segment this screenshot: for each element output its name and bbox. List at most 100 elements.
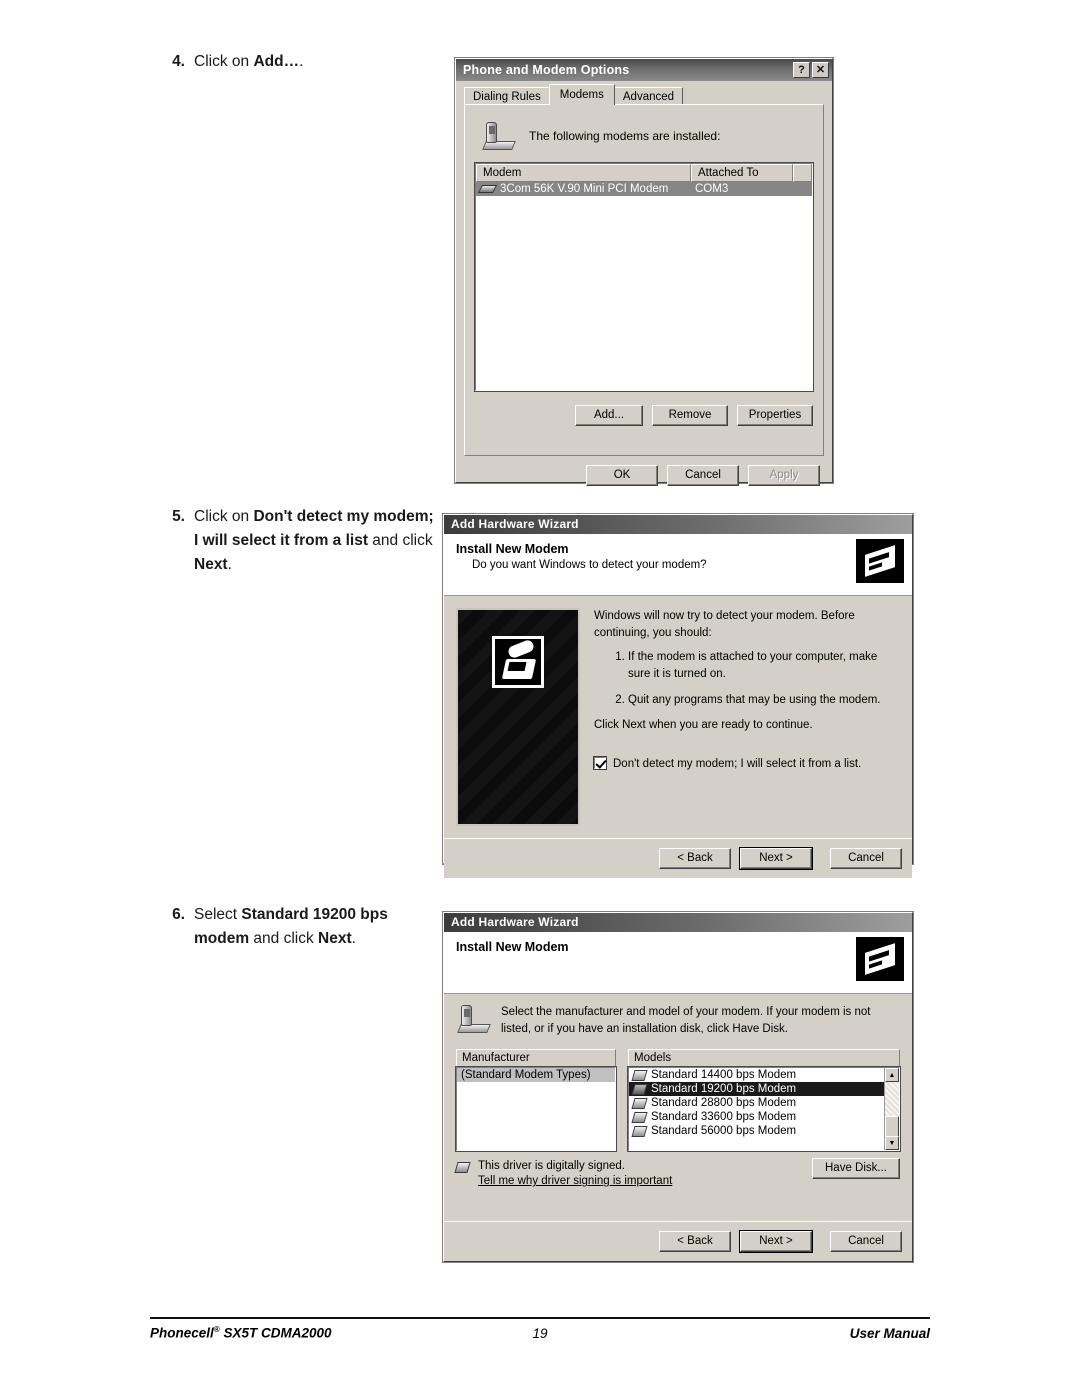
table-row[interactable]: 3Com 56K V.90 Mini PCI Modem COM3 — [476, 182, 812, 196]
tab-advanced[interactable]: Advanced — [613, 87, 684, 105]
close-icon[interactable]: ✕ — [812, 62, 829, 78]
step-4-number: 4. — [172, 53, 185, 70]
step-6-emphasis-2: Next — [318, 930, 352, 948]
list-item[interactable]: Standard 56000 bps Modem — [629, 1124, 899, 1138]
model-label: Standard 33600 bps Modem — [651, 1111, 797, 1124]
models-listbox[interactable]: Standard 14400 bps Modem Standard 19200 … — [627, 1066, 901, 1153]
list-item[interactable]: Standard 14400 bps Modem — [629, 1068, 899, 1082]
step-4-text: Click on Add…. — [194, 50, 437, 74]
footer-divider — [150, 1317, 930, 1319]
dialog3-note-row: Select the manufacturer and model of you… — [444, 994, 912, 1049]
cancel-button[interactable]: Cancel — [667, 465, 739, 486]
dont-detect-checkbox[interactable] — [593, 756, 607, 771]
ok-button[interactable]: OK — [586, 465, 658, 486]
back-button[interactable]: < Back — [659, 1231, 731, 1252]
driver-icon — [631, 1083, 648, 1095]
telephone-icon — [492, 636, 544, 688]
hardware-wizard-icon — [856, 937, 904, 981]
driver-icon — [631, 1097, 648, 1109]
step-6-mid: and click — [249, 930, 319, 948]
tab-dialing-rules[interactable]: Dialing Rules — [464, 87, 550, 105]
step-5-emphasis-2: Next — [194, 556, 228, 574]
modems-caption-row: The following modems are installed: — [481, 121, 813, 151]
hardware-wizard-icon — [856, 539, 904, 583]
scroll-up-icon[interactable]: ▲ — [885, 1068, 899, 1083]
step-4-emphasis: Add… — [253, 53, 300, 70]
dont-detect-checkbox-row[interactable]: Don't detect my modem; I will select it … — [593, 756, 900, 773]
have-disk-button[interactable]: Have Disk... — [812, 1158, 900, 1180]
dialog1-titlebar[interactable]: Phone and Modem Options ? ✕ — [456, 59, 832, 81]
models-label: Models — [628, 1049, 900, 1068]
dialog2-closing: Click Next when you are ready to continu… — [594, 719, 813, 732]
models-scrollbar[interactable]: ▲ ▼ — [884, 1068, 899, 1151]
driver-icon — [631, 1069, 648, 1081]
next-button[interactable]: Next > — [740, 848, 812, 869]
next-button[interactable]: Next > — [740, 1231, 812, 1252]
dialog3-heading: Install New Modem — [456, 940, 569, 954]
manufacturer-label: Manufacturer — [456, 1049, 616, 1068]
row-modem-name: 3Com 56K V.90 Mini PCI Modem — [500, 183, 669, 195]
model-label: Standard 56000 bps Modem — [651, 1125, 797, 1138]
dont-detect-checkbox-label[interactable]: Don't detect my modem; I will select it … — [613, 756, 861, 773]
list-item[interactable]: Standard 19200 bps Modem — [629, 1082, 899, 1097]
step-5-lead: Click on — [194, 508, 254, 525]
step-5: 5. Click on Don't detect my modem; I wil… — [160, 505, 437, 577]
step-6-number: 6. — [172, 906, 185, 923]
modems-tab-pane: The following modems are installed: Mode… — [464, 104, 824, 456]
page-footer: Phonecell® SX5T CDMA2000 19 User Manual — [150, 1325, 930, 1341]
dialog1-title: Phone and Modem Options — [463, 63, 630, 77]
footer-model: SX5T CDMA2000 — [219, 1325, 332, 1341]
add-button[interactable]: Add... — [575, 405, 643, 426]
driver-signing-link[interactable]: Tell me why driver signing is important — [478, 1175, 803, 1187]
page-number: 19 — [532, 1325, 548, 1341]
help-icon[interactable]: ? — [793, 62, 810, 78]
add-hardware-wizard-select-model-dialog[interactable]: Add Hardware Wizard Install New Modem Se… — [443, 912, 913, 1262]
step-5-text: Click on Don't detect my modem; I will s… — [194, 505, 437, 577]
add-hardware-wizard-detect-dialog[interactable]: Add Hardware Wizard Install New Modem Do… — [443, 514, 913, 878]
phone-and-modem-options-dialog[interactable]: Phone and Modem Options ? ✕ Dialing Rule… — [455, 58, 833, 486]
cancel-button[interactable]: Cancel — [830, 1231, 902, 1252]
scroll-down-icon[interactable]: ▼ — [885, 1136, 899, 1151]
properties-button[interactable]: Properties — [737, 405, 813, 426]
cancel-button[interactable]: Cancel — [830, 848, 902, 869]
step-5-number: 5. — [172, 508, 185, 525]
dialog2-title: Add Hardware Wizard — [444, 515, 912, 534]
tab-modems[interactable]: Modems — [548, 84, 615, 105]
column-header-attached-to[interactable]: Attached To — [691, 164, 793, 182]
dialog1-tabstrip[interactable]: Dialing Rules Modems Advanced — [456, 81, 832, 105]
model-label: Standard 14400 bps Modem — [651, 1069, 797, 1082]
dialog2-intro: Windows will now try to detect your mode… — [594, 610, 855, 639]
modem-card-icon — [477, 185, 498, 193]
manufacturer-panel: Manufacturer (Standard Modem Types) — [455, 1049, 617, 1153]
modems-caption: The following modems are installed: — [529, 129, 721, 143]
dialog2-body: Windows will now try to detect your mode… — [444, 596, 912, 838]
model-label: Standard 19200 bps Modem — [651, 1083, 797, 1096]
list-item[interactable]: Standard 33600 bps Modem — [629, 1110, 899, 1124]
dialog2-step-2: Quit any programs that may be using the … — [628, 692, 900, 709]
remove-button[interactable]: Remove — [652, 405, 728, 426]
dialog2-heading: Install New Modem — [456, 542, 569, 556]
footer-product: Phonecell® SX5T CDMA2000 — [150, 1325, 510, 1341]
dialog2-steps-list: If the modem is attached to your compute… — [594, 649, 900, 708]
modem-icon — [456, 1004, 491, 1034]
step-5-mid: and click — [368, 532, 433, 550]
driver-signed-icon — [454, 1162, 471, 1174]
manufacturer-listbox[interactable]: (Standard Modem Types) — [455, 1066, 617, 1153]
row-attached-to: COM3 — [695, 183, 729, 195]
step-6-text: Select Standard 19200 bps modem and clic… — [194, 903, 437, 951]
dialog3-header: Install New Modem — [444, 932, 912, 994]
driver-icon — [631, 1125, 648, 1137]
models-panel: Models Standard 14400 bps Modem Standard… — [627, 1049, 901, 1153]
list-item[interactable]: Standard 28800 bps Modem — [629, 1096, 899, 1110]
list-item[interactable]: (Standard Modem Types) — [457, 1068, 615, 1083]
step-6: 6. Select Standard 19200 bps modem and c… — [160, 903, 437, 951]
step-5-tail: . — [227, 556, 232, 574]
column-header-modem[interactable]: Modem — [476, 164, 691, 182]
step-4: 4. Click on Add…. — [160, 50, 437, 74]
modem-icon — [481, 121, 516, 151]
dialog1-footer-buttons: OK Cancel Apply — [456, 465, 832, 486]
dialog2-step-1: If the modem is attached to your compute… — [628, 649, 900, 682]
dialog2-subheading: Do you want Windows to detect your modem… — [472, 559, 707, 571]
back-button[interactable]: < Back — [659, 848, 731, 869]
installed-modems-listview[interactable]: Modem Attached To 3Com 56K V.90 Mini PCI… — [474, 162, 814, 392]
